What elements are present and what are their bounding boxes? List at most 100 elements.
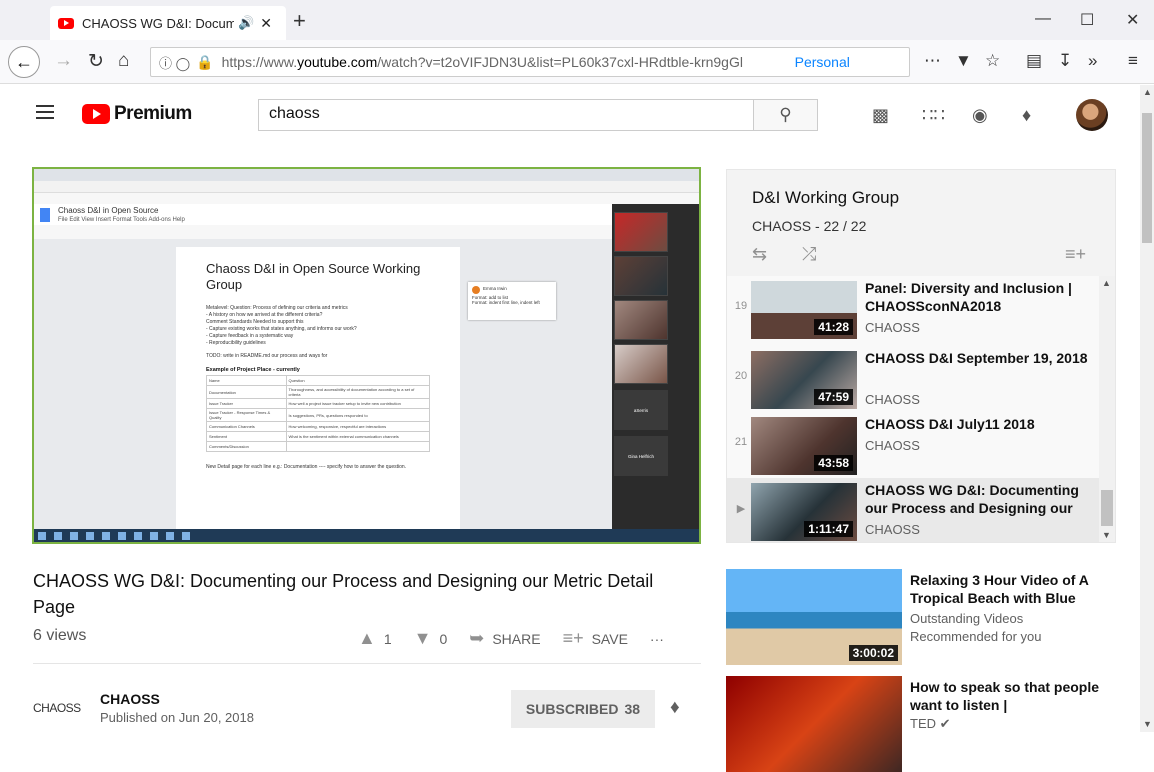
notifications-bell-icon[interactable]: ♦: [1022, 105, 1031, 126]
playlist-item[interactable]: 19 41:28 Panel: Diversity and Inclusion …: [727, 276, 1099, 342]
participant-video: [614, 256, 668, 296]
thumbs-down-icon: ▼: [413, 628, 432, 648]
logo-text: Premium: [114, 103, 192, 124]
share-arrow-icon: ➥: [469, 628, 485, 648]
lock-icon: 🔒: [196, 53, 214, 70]
playlist-item[interactable]: 21 43:58 CHAOSS D&I July11 2018 CHAOSS: [727, 412, 1099, 478]
scroll-down-icon[interactable]: ▼: [1143, 719, 1152, 729]
more-actions-button[interactable]: ···: [650, 631, 664, 647]
speaker-icon[interactable]: 🔊: [238, 15, 254, 31]
notification-bell-icon[interactable]: ♦: [670, 697, 680, 719]
item-title[interactable]: Panel: Diversity and Inclusion | CHAOSSc…: [865, 279, 1089, 315]
browser-tab-bar: CHAOSS WG D&I: Documen 🔊 ✕ + — ☐ ✕: [0, 0, 1154, 40]
save-playlist-icon[interactable]: ≡+: [1065, 244, 1086, 265]
channel-logo[interactable]: CHAOSS: [33, 701, 81, 715]
page-scrollbar[interactable]: ▲ ▼: [1140, 85, 1154, 732]
playlist-item-current[interactable]: ▶ 1:11:47 CHAOSS WG D&I: Documenting our…: [727, 478, 1099, 542]
playlist-title[interactable]: D&I Working Group: [752, 188, 899, 208]
docs-icon: [40, 208, 50, 222]
rec-title[interactable]: Relaxing 3 Hour Video of A Tropical Beac…: [910, 571, 1100, 607]
video-player[interactable]: Chaoss D&I in Open Source File Edit View…: [32, 167, 701, 544]
youtube-header: Premium chaoss ⚲ ▩ ∷∷ ◉ ♦: [0, 85, 1140, 141]
scroll-down-icon[interactable]: ▼: [1102, 530, 1111, 540]
browser-tab[interactable]: CHAOSS WG D&I: Documen 🔊 ✕: [50, 6, 286, 40]
save-button[interactable]: ≡+ SAVE: [563, 628, 628, 649]
tab-close-icon[interactable]: ✕: [260, 15, 272, 32]
channel-name[interactable]: CHAOSS: [100, 691, 160, 707]
forward-arrow-icon[interactable]: →: [54, 50, 73, 72]
url-text[interactable]: https://www.youtube.com/watch?v=t2oVIFJD…: [222, 54, 767, 70]
hangout-participants: aSerris Gina Helfrich: [612, 204, 699, 529]
rec-duration: 3:00:02: [848, 645, 898, 661]
playlist-scrollbar[interactable]: ▲ ▼: [1099, 276, 1115, 542]
browser-nav-bar: ← → ↻ ⌂ ⓘ ◯ 🔒 https://www.youtube.com/wa…: [0, 40, 1154, 84]
participant-name: Gina Helfrich: [614, 436, 668, 476]
create-video-icon[interactable]: ▩: [872, 105, 889, 126]
download-icon[interactable]: ↧: [1058, 51, 1072, 71]
search-input[interactable]: chaoss: [258, 99, 754, 131]
reader-icon[interactable]: ▤: [1026, 51, 1042, 71]
item-thumbnail[interactable]: 47:59: [751, 351, 857, 409]
search-button[interactable]: ⚲: [754, 99, 818, 131]
item-title[interactable]: CHAOSS D&I September 19, 2018: [865, 349, 1089, 367]
back-arrow-icon[interactable]: ←: [8, 46, 40, 78]
item-duration: 1:11:47: [804, 521, 853, 537]
page-actions-icon[interactable]: ⋯: [924, 51, 941, 71]
youtube-premium-logo[interactable]: Premium: [82, 103, 192, 125]
rec-thumbnail[interactable]: 3:00:02: [726, 569, 902, 665]
rec-channel[interactable]: TED ✔: [910, 716, 951, 732]
shuffle-icon[interactable]: ⤮: [802, 244, 816, 265]
scroll-up-icon[interactable]: ▲: [1102, 278, 1111, 288]
item-thumbnail[interactable]: 41:28: [751, 281, 857, 339]
doc-line: - A history on how we arrived at the dif…: [206, 312, 323, 318]
loop-icon[interactable]: ⇆: [752, 244, 767, 265]
dislike-button[interactable]: ▼ 0: [414, 628, 448, 649]
menu-icon[interactable]: ≡: [1128, 51, 1138, 71]
rec-thumbnail[interactable]: [726, 676, 902, 772]
item-title[interactable]: CHAOSS D&I July11 2018: [865, 415, 1089, 433]
doc-line: - Capture feedback in a systematic way: [206, 333, 294, 339]
container-label[interactable]: Personal: [795, 54, 850, 70]
home-icon[interactable]: ⌂: [118, 50, 129, 72]
user-avatar[interactable]: [1076, 99, 1108, 131]
doc-table: Name Question Documentation Thoroughness, …: [206, 375, 431, 452]
pocket-icon[interactable]: ▼: [955, 51, 972, 71]
overflow-icon[interactable]: »: [1088, 51, 1097, 71]
messages-icon[interactable]: ◉: [972, 105, 988, 126]
scrollbar-thumb[interactable]: [1142, 113, 1152, 243]
doc-subheading: Example of Project Place - currently: [206, 367, 300, 373]
item-index: 21: [734, 436, 748, 448]
thumbs-up-icon: ▲: [358, 628, 376, 648]
new-tab-icon[interactable]: +: [293, 8, 306, 34]
share-button[interactable]: ➥ SHARE: [469, 628, 540, 649]
bookmark-star-icon[interactable]: ☆: [985, 51, 1000, 71]
minimize-icon[interactable]: —: [1035, 10, 1051, 28]
doc-line: - Reproducibility guidelines: [206, 340, 266, 346]
item-thumbnail[interactable]: 43:58: [751, 417, 857, 475]
scroll-up-icon[interactable]: ▲: [1143, 87, 1152, 97]
item-thumbnail[interactable]: 1:11:47: [751, 483, 857, 541]
rec-channel[interactable]: Outstanding Videos: [910, 611, 1023, 626]
playlist-scrollbar-thumb[interactable]: [1101, 490, 1113, 526]
window-close-icon[interactable]: ✕: [1126, 10, 1139, 30]
subscriber-count: 38: [624, 701, 641, 717]
recommended-video[interactable]: 3:00:02 Relaxing 3 Hour Video of A Tropi…: [726, 569, 1136, 665]
video-actions: ▲ 1 ▼ 0 ➥ SHARE ≡+ SAVE ···: [358, 628, 686, 649]
info-icon[interactable]: ⓘ ◯: [159, 53, 190, 72]
maximize-icon[interactable]: ☐: [1080, 10, 1094, 30]
like-button[interactable]: ▲ 1: [358, 628, 392, 649]
recommended-video[interactable]: How to speak so that people want to list…: [726, 676, 1136, 772]
subscribed-button[interactable]: SUBSCRIBED 38: [511, 690, 655, 728]
apps-grid-icon[interactable]: ∷∷: [922, 105, 945, 126]
view-count: 6 views: [33, 627, 87, 644]
rec-title[interactable]: How to speak so that people want to list…: [910, 678, 1100, 714]
doc-line: Metalevel: Question: Process of defining…: [206, 305, 348, 311]
reload-icon[interactable]: ↻: [88, 50, 104, 73]
item-duration: 43:58: [814, 455, 853, 471]
playlist-item[interactable]: 20 47:59 CHAOSS D&I September 19, 2018 C…: [727, 346, 1099, 412]
url-bar[interactable]: ⓘ ◯ 🔒 https://www.youtube.com/watch?v=t2…: [150, 47, 910, 77]
item-title[interactable]: CHAOSS WG D&I: Documenting our Process a…: [865, 481, 1089, 517]
player-frame-tabs: [34, 169, 699, 181]
hamburger-menu-icon[interactable]: [36, 105, 54, 123]
player-frame-taskbar: [34, 529, 699, 542]
